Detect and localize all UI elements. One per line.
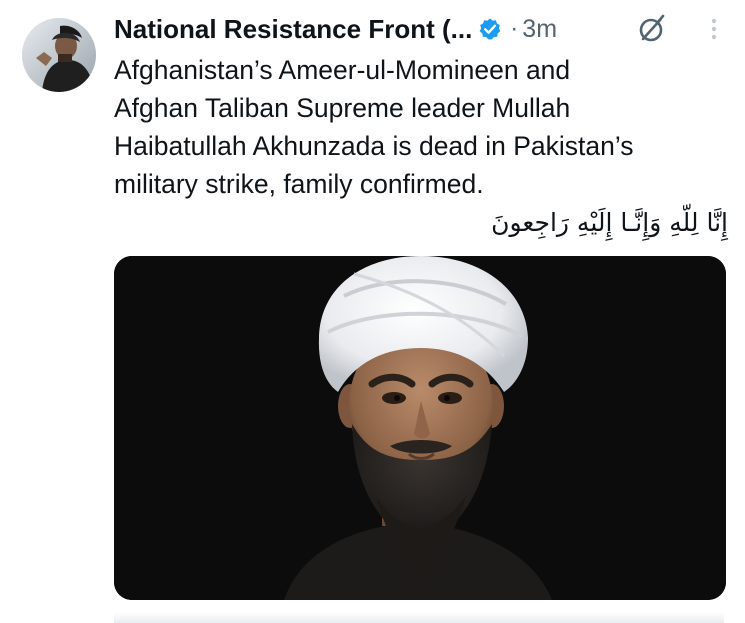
portrait-photo xyxy=(114,256,726,600)
tweet-text-line: Afghan Taliban Supreme leader Mullah xyxy=(114,93,571,123)
header-separator: · xyxy=(510,15,519,42)
post-timestamp[interactable]: 3m xyxy=(522,15,557,44)
tweet-text: Afghanistan’s Ameer-ul-Momineen and Afgh… xyxy=(114,51,732,203)
tweet[interactable]: National Resistance Front (... · 3m Afgh… xyxy=(0,0,745,623)
avatar-photo xyxy=(22,18,96,92)
tweet-arabic-text: إِنَّا لِلّهِ وَإِنَّـا إِلَيْهِ رَاجِعو… xyxy=(491,208,728,237)
author-avatar[interactable] xyxy=(22,18,96,92)
tweet-media-image[interactable] xyxy=(114,256,726,600)
tweet-text-line: military strike, family confirmed. xyxy=(114,169,484,199)
verified-badge-icon xyxy=(478,17,502,41)
tweet-text-line: Afghanistan’s Ameer-ul-Momineen and xyxy=(114,55,571,85)
grok-icon[interactable] xyxy=(636,14,666,44)
author-name[interactable]: National Resistance Front (... xyxy=(114,14,472,45)
tweet-header: National Resistance Front (... · 3m xyxy=(114,10,734,48)
more-options-icon[interactable] xyxy=(706,14,722,44)
next-content-fade xyxy=(114,612,724,623)
tweet-text-line: Haibatullah Akhunzada is dead in Pakista… xyxy=(114,131,634,161)
